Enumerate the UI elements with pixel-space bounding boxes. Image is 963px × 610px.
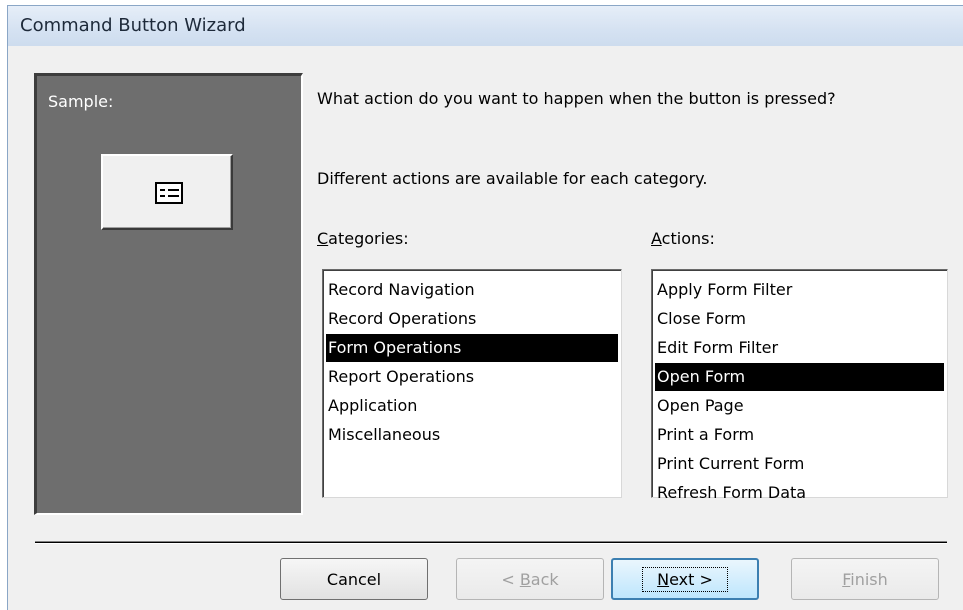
back-button-label: < Back — [501, 570, 558, 589]
next-label-text: ext > — [669, 569, 713, 589]
back-access-key: B — [519, 569, 531, 589]
category-item[interactable]: Application — [326, 392, 618, 420]
sample-label: Sample: — [48, 92, 114, 111]
finish-button[interactable]: Finish — [791, 558, 939, 600]
button-separator — [35, 541, 947, 544]
category-item[interactable]: Miscellaneous — [326, 421, 618, 449]
finish-label-text: inish — [850, 569, 888, 589]
categories-access-key: C — [317, 229, 329, 248]
action-item[interactable]: Refresh Form Data — [655, 479, 944, 507]
next-button[interactable]: Next > — [611, 558, 759, 600]
action-item[interactable]: Edit Form Filter — [655, 334, 944, 362]
finish-button-label: Finish — [842, 570, 888, 589]
actions-listbox[interactable]: Apply Form Filter Close Form Edit Form F… — [651, 269, 948, 502]
window-title: Command Button Wizard — [20, 15, 246, 36]
category-item[interactable]: Record Navigation — [326, 276, 618, 304]
next-access-key: N — [657, 569, 670, 589]
action-item[interactable]: Print a Form — [655, 421, 944, 449]
action-item[interactable]: Apply Form Filter — [655, 276, 944, 304]
back-button[interactable]: < Back — [456, 558, 604, 600]
back-label-text: ack — [530, 569, 559, 589]
actions-access-key: A — [651, 229, 662, 248]
title-bar: Command Button Wizard — [7, 5, 963, 46]
category-item[interactable]: Report Operations — [326, 363, 618, 391]
action-item-selected[interactable]: Open Form — [655, 363, 944, 391]
sample-button-preview — [101, 154, 233, 230]
form-icon — [155, 182, 183, 204]
category-item-selected[interactable]: Form Operations — [326, 334, 618, 362]
category-info-text: Different actions are available for each… — [317, 169, 708, 188]
action-item[interactable]: Close Form — [655, 305, 944, 333]
action-question: What action do you want to happen when t… — [317, 89, 836, 108]
wizard-body: Sample: What action do you want to happe… — [7, 46, 963, 610]
sample-panel: Sample: — [34, 73, 303, 515]
actions-label-text: ctions: — [661, 229, 715, 248]
action-item[interactable]: Open Page — [655, 392, 944, 420]
category-item[interactable]: Record Operations — [326, 305, 618, 333]
actions-label: Actions: — [651, 229, 715, 248]
categories-label: Categories: — [317, 229, 409, 248]
back-arrow-text: < — [501, 569, 520, 589]
cancel-button-label: Cancel — [326, 569, 382, 589]
next-button-label: Next > — [642, 566, 728, 592]
categories-listbox[interactable]: Record Navigation Record Operations Form… — [322, 269, 622, 498]
cancel-button[interactable]: Cancel — [280, 558, 428, 600]
action-item[interactable]: Print Current Form — [655, 450, 944, 478]
categories-label-text: ategories: — [328, 229, 409, 248]
